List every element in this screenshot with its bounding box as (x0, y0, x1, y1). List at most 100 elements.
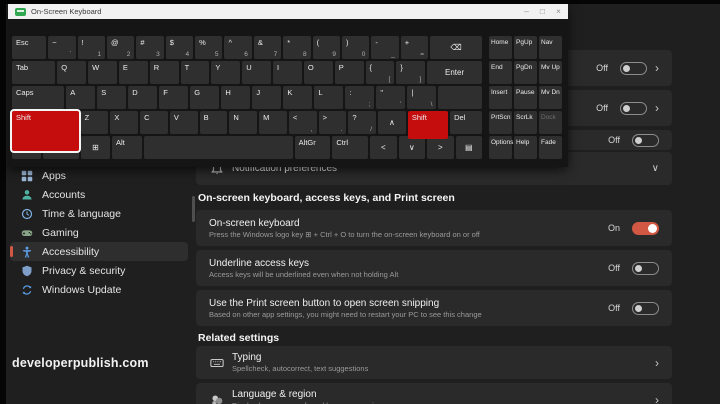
key-mv-up[interactable]: Mv Up (539, 61, 562, 84)
key-arrow-left[interactable]: < (370, 136, 397, 159)
key-j[interactable]: J (252, 86, 282, 109)
key-6[interactable]: ^ 6 (224, 36, 252, 59)
key-alt[interactable]: Alt (111, 136, 143, 159)
toggle-switch[interactable] (632, 221, 659, 235)
sidebar-item-apps[interactable]: Apps (10, 166, 188, 185)
key-i[interactable]: I (273, 61, 302, 84)
key-windows[interactable]: ⊞ (80, 136, 110, 159)
key-arrow-right[interactable]: > (427, 136, 454, 159)
key-mv-dn[interactable]: Mv Dn (539, 86, 562, 109)
key-end[interactable]: End (489, 61, 512, 84)
key-y[interactable]: Y (211, 61, 241, 84)
toggle-switch[interactable] (620, 61, 647, 75)
key-esc[interactable]: Esc (12, 36, 47, 59)
toggle-switch[interactable] (620, 101, 647, 115)
key-left-bracket[interactable]: {[ (365, 61, 395, 84)
key-home[interactable]: Home (489, 36, 512, 59)
key-slash[interactable]: ? / (348, 111, 377, 134)
sidebar-item-accessibility[interactable]: Accessibility (10, 242, 188, 261)
key-prtscn[interactable]: PrtScn (489, 111, 512, 134)
key-quote[interactable]: " ' (376, 86, 406, 109)
toggle-switch[interactable] (632, 261, 659, 275)
related-card-typing[interactable]: Typing Spellcheck, autocorrect, text sugg… (196, 346, 672, 379)
key-pgup[interactable]: PgUp (514, 36, 537, 59)
key-h[interactable]: H (221, 86, 251, 109)
key-tab[interactable]: Tab (12, 61, 56, 84)
key-ctrl-right[interactable]: Ctrl (332, 136, 369, 159)
key-help[interactable]: Help (514, 136, 537, 159)
key-menu[interactable]: ▤ (455, 136, 482, 159)
key-scrlk[interactable]: ScrLk (514, 111, 537, 134)
key-v[interactable]: V (169, 111, 198, 134)
osk-titlebar[interactable]: On-Screen Keyboard – □ × (8, 4, 568, 19)
key-space[interactable] (144, 136, 293, 159)
key-x[interactable]: X (110, 111, 139, 134)
key-f[interactable]: F (159, 86, 189, 109)
key-shift-left[interactable]: Shift (10, 109, 81, 153)
key-2[interactable]: @2 (106, 36, 135, 59)
key-1[interactable]: ! 1 (77, 36, 105, 59)
sidebar-item-time-language[interactable]: Time & language (10, 204, 188, 223)
key-options[interactable]: Options (489, 136, 513, 159)
key-dock[interactable]: Dock (539, 111, 562, 134)
key-l[interactable]: L (314, 86, 344, 109)
key-fade[interactable]: Fade (539, 136, 562, 159)
key-4[interactable]: $4 (165, 36, 194, 59)
key-9[interactable]: (9 (312, 36, 340, 59)
key-o[interactable]: O (303, 61, 333, 84)
key-g[interactable]: G (190, 86, 220, 109)
key-s[interactable]: S (97, 86, 127, 109)
key-t[interactable]: T (180, 61, 210, 84)
key-c[interactable]: C (140, 111, 168, 134)
setting-card-use-the-print-screen-button-to-open-screen-snipping[interactable]: Use the Print screen button to open scre… (196, 290, 672, 326)
key-n[interactable]: N (229, 111, 258, 134)
close-button[interactable]: × (556, 7, 561, 16)
key-pause[interactable]: Pause (514, 86, 537, 109)
key-3[interactable]: #3 (136, 36, 164, 59)
key-shift-right[interactable]: Shift (407, 111, 449, 139)
key-enter-lower[interactable] (438, 86, 482, 109)
key-arrow-up[interactable]: ∧ (378, 111, 406, 134)
sidebar-scrollbar[interactable] (192, 196, 195, 222)
key-m[interactable]: M (259, 111, 287, 134)
key-8[interactable]: * 8 (283, 36, 311, 59)
key-r[interactable]: R (149, 61, 179, 84)
related-card-language-region[interactable]: Language & regionDisplay language, prefe… (196, 383, 672, 404)
key-backslash[interactable]: | \ (407, 86, 437, 109)
key-altgr[interactable]: AltGr (294, 136, 331, 159)
maximize-button[interactable]: □ (540, 7, 545, 16)
key-enter[interactable]: Enter (427, 61, 482, 84)
key-p[interactable]: P (334, 61, 364, 84)
key-d[interactable]: D (128, 86, 158, 109)
key-e[interactable]: E (118, 61, 148, 84)
key-del[interactable]: Del (450, 111, 482, 134)
key-q[interactable]: Q (57, 61, 87, 84)
sidebar-item-gaming[interactable]: Gaming (10, 223, 188, 242)
setting-card-underline-access-keys[interactable]: Underline access keys Access keys will be… (196, 250, 672, 286)
sidebar-item-privacy-security[interactable]: Privacy & security (10, 261, 188, 280)
key-0[interactable]: ) 0 (341, 36, 370, 59)
key-backspace[interactable]: ⌫ (430, 36, 483, 59)
key-right-bracket[interactable]: }] (396, 61, 426, 84)
key-comma[interactable]: <, (288, 111, 317, 134)
sidebar-item-accounts[interactable]: Accounts (10, 185, 188, 204)
key-k[interactable]: K (283, 86, 313, 109)
key-plus[interactable]: + = (400, 36, 429, 59)
key-minus[interactable]: - _ (371, 36, 399, 59)
key-period[interactable]: >. (318, 111, 347, 134)
minimize-button[interactable]: – (524, 7, 529, 16)
key-arrow-down[interactable]: ∨ (398, 136, 426, 159)
key-7[interactable]: & 7 (253, 36, 282, 59)
key-w[interactable]: W (88, 61, 117, 84)
key-5[interactable]: % 5 (195, 36, 223, 59)
key-pgdn[interactable]: PgDn (514, 61, 537, 84)
key-nav[interactable]: Nav (539, 36, 562, 59)
key-caps[interactable]: Caps (12, 86, 65, 109)
key-u[interactable]: U (242, 61, 272, 84)
key-z[interactable]: Z (80, 111, 109, 134)
key-insert[interactable]: Insert (489, 86, 512, 109)
sidebar-item-windows-update[interactable]: Windows Update (10, 280, 188, 299)
key-tilde[interactable]: ~ ` (48, 36, 76, 59)
key-b[interactable]: B (199, 111, 228, 134)
key-semicolon[interactable]: :; (345, 86, 375, 109)
